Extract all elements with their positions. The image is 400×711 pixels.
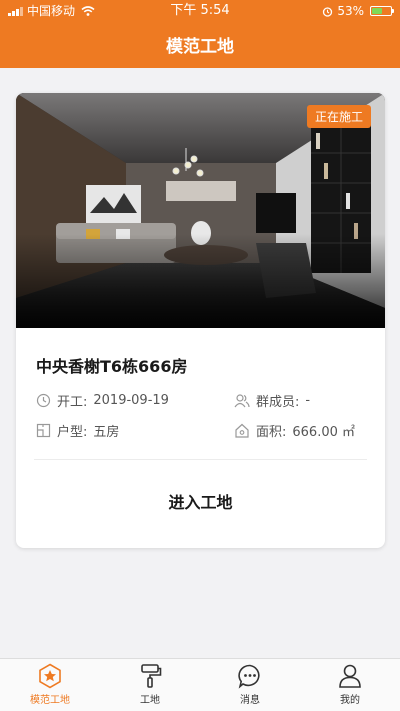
layout-label: 户型: — [57, 425, 88, 440]
tab-label: 工地 — [140, 695, 160, 706]
tab-messages[interactable]: 消息 — [200, 659, 300, 711]
area-value: 666.00 ㎡ — [292, 425, 356, 440]
battery-fill — [372, 8, 382, 14]
group-label: 群成员: — [256, 395, 300, 410]
tab-me[interactable]: 我的 — [300, 659, 400, 711]
layout-item: 户型: 五房 — [36, 421, 119, 440]
status-bar: 中国移动 下午 5:54 53% — [0, 0, 400, 22]
app-root: 中国移动 下午 5:54 53% 模范工地 正在施工 中央香榭T6栋666房 开… — [0, 0, 400, 711]
battery-tip — [392, 9, 394, 13]
tab-label: 模范工地 — [30, 695, 70, 706]
group-value: - — [305, 393, 311, 408]
enter-site-button[interactable]: 进入工地 — [16, 483, 385, 523]
site-photo — [16, 93, 385, 328]
battery-icon — [370, 6, 394, 16]
divider — [34, 459, 367, 460]
tab-label: 我的 — [340, 695, 360, 706]
area-label: 面积: — [256, 425, 287, 440]
user-icon — [339, 664, 361, 688]
construction-status-badge: 正在施工 — [306, 105, 371, 128]
tab-model-site[interactable]: 模范工地 — [0, 659, 100, 711]
header: 中国移动 下午 5:54 53% 模范工地 — [0, 0, 400, 68]
status-right: 53% — [322, 0, 394, 22]
area-item: 面积: 666.00 ㎡ — [234, 421, 355, 440]
paint-roller-icon — [141, 664, 162, 688]
group-members-item: 群成员: - — [234, 391, 310, 410]
tab-bar: 模范工地 工地 消息 我的 — [0, 658, 400, 711]
clock-icon — [36, 393, 51, 408]
start-date-item: 开工: 2019-09-19 — [36, 391, 169, 410]
start-date: 2019-09-19 — [93, 393, 169, 408]
battery-percent: 53% — [337, 4, 364, 18]
site-card[interactable]: 正在施工 中央香榭T6栋666房 开工: 2019-09-19 群成员: - 户… — [16, 93, 385, 548]
house-icon — [235, 423, 249, 438]
people-icon — [234, 394, 250, 408]
tab-label: 消息 — [240, 695, 260, 706]
star-icon — [39, 663, 61, 689]
site-title: 中央香榭T6栋666房 — [36, 357, 188, 376]
tab-site[interactable]: 工地 — [100, 659, 200, 711]
floorplan-icon — [36, 423, 51, 438]
layout-value: 五房 — [93, 425, 120, 440]
page-title: 模范工地 — [166, 37, 234, 57]
chat-icon — [238, 664, 260, 689]
start-label: 开工: — [57, 395, 88, 410]
alarm-icon — [323, 6, 333, 17]
